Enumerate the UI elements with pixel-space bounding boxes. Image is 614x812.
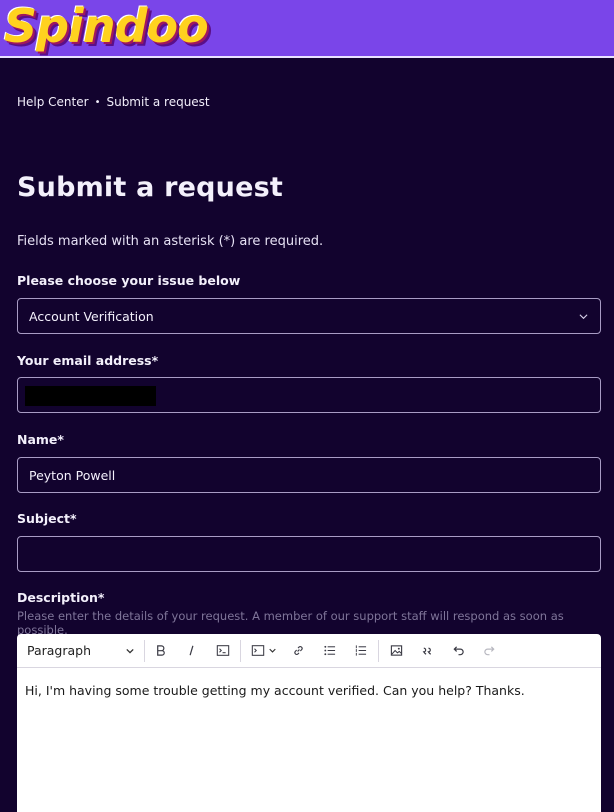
chevron-down-icon [126, 648, 134, 654]
description-help-text: Please enter the details of your request… [17, 609, 564, 637]
description-editor[interactable]: Paragraph Hi, I'm having some trouble ge… [17, 634, 601, 812]
redo-icon [484, 646, 495, 656]
breadcrumb: Help Center • Submit a request [17, 95, 210, 109]
site-header: Spindoo [0, 0, 614, 58]
paragraph-format-select[interactable]: Paragraph [27, 639, 145, 662]
redacted-email-block [25, 386, 156, 406]
breadcrumb-separator: • [94, 96, 101, 108]
code-block-icon [251, 645, 264, 656]
name-value: Peyton Powell [29, 467, 116, 483]
bulleted-list-icon [324, 645, 336, 656]
chevron-down-icon [268, 648, 276, 653]
link-button[interactable] [283, 640, 314, 662]
italic-button[interactable] [176, 640, 207, 662]
code-block-button[interactable] [243, 640, 283, 662]
undo-button[interactable] [443, 640, 474, 662]
numbered-list-button[interactable] [345, 640, 376, 662]
undo-icon [453, 646, 464, 656]
bulleted-list-button[interactable] [314, 640, 345, 662]
bold-icon [157, 645, 165, 656]
paragraph-format-value: Paragraph [27, 643, 92, 658]
breadcrumb-current[interactable]: Submit a request [106, 95, 209, 109]
subject-field[interactable] [17, 536, 601, 572]
toolbar-divider [240, 639, 241, 662]
name-label: Name* [17, 432, 64, 447]
issue-select[interactable]: Account Verification [17, 298, 601, 334]
required-fields-note: Fields marked with an asterisk (*) are r… [17, 234, 324, 249]
image-button[interactable] [381, 640, 412, 662]
code-button[interactable] [207, 640, 238, 662]
email-label: Your email address* [17, 353, 159, 368]
quote-button[interactable] [412, 640, 443, 662]
issue-label: Please choose your issue below [17, 273, 241, 288]
code-icon [216, 645, 229, 656]
toolbar-divider [378, 639, 379, 662]
spindoo-logo[interactable]: Spindoo [4, 0, 209, 56]
subject-label: Subject* [17, 511, 77, 526]
email-field[interactable] [17, 377, 601, 413]
editor-toolbar: Paragraph [17, 634, 601, 668]
breadcrumb-help-center[interactable]: Help Center [17, 95, 89, 109]
description-content[interactable]: Hi, I'm having some trouble getting my a… [17, 668, 601, 713]
description-label: Description* [17, 590, 105, 605]
link-icon [294, 646, 303, 655]
redo-button[interactable] [474, 640, 505, 662]
numbered-list-icon [355, 645, 367, 656]
italic-icon [189, 645, 194, 656]
name-field[interactable]: Peyton Powell [17, 457, 601, 493]
chevron-down-icon [579, 314, 588, 320]
page-title: Submit a request [17, 172, 283, 203]
quote-icon [422, 647, 432, 655]
image-icon [390, 645, 403, 656]
issue-select-value: Account Verification [29, 308, 154, 324]
bold-button[interactable] [145, 640, 176, 662]
